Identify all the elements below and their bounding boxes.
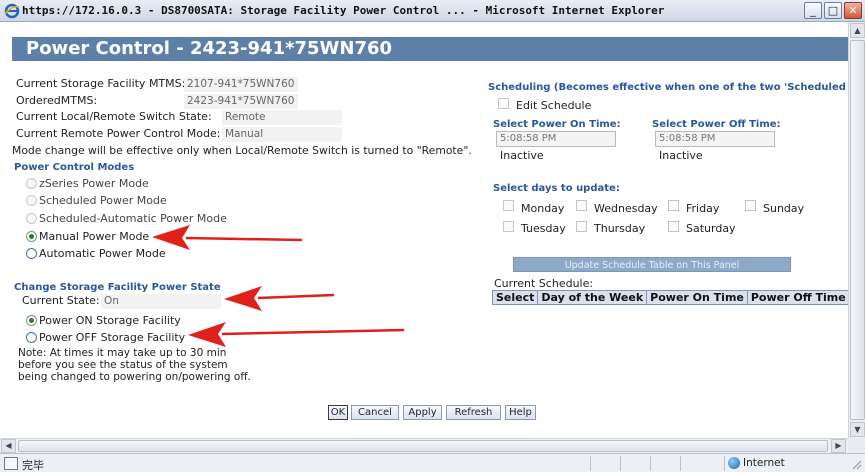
- col-select-header: Select: [491, 290, 539, 305]
- checkbox-sunday[interactable]: [745, 200, 756, 211]
- scroll-left-icon[interactable]: ◀: [1, 439, 16, 453]
- edit-schedule-checkbox[interactable]: [498, 98, 509, 109]
- power-note-line-2: before you see the status of the system: [18, 359, 228, 371]
- radio-power-off[interactable]: [26, 332, 37, 343]
- vertical-scroll-thumb[interactable]: [850, 40, 865, 420]
- radio-manual-mode[interactable]: [26, 231, 37, 242]
- refresh-button[interactable]: Refresh: [446, 405, 501, 420]
- power-on-status: Inactive: [500, 149, 544, 162]
- mtms-value: 2107-941*75WN760: [184, 77, 298, 92]
- window-title: https://172.16.0.3 - DS8700SATA: Storage…: [22, 4, 665, 17]
- checkbox-monday[interactable]: [503, 200, 514, 211]
- day-friday-label: Friday: [686, 202, 720, 215]
- update-schedule-button[interactable]: Update Schedule Table on This Panel: [513, 257, 791, 272]
- current-state-value: On: [101, 294, 221, 309]
- power-on-time-input[interactable]: 5:08:58 PM: [496, 131, 616, 147]
- status-divider: [650, 456, 651, 471]
- mtms-label: Current Storage Facility MTMS:: [16, 77, 186, 90]
- page-title: Power Control - 2423-941*75WN760: [26, 38, 393, 59]
- status-bar: 完毕 Internet: [0, 453, 865, 472]
- schedule-table: Select Day of the Week Power On Time Pow…: [491, 290, 848, 305]
- ordered-mtms-label: OrderedMTMS:: [16, 94, 98, 107]
- day-tuesday-label: Tuesday: [521, 222, 566, 235]
- cancel-button[interactable]: Cancel: [351, 405, 399, 420]
- window-titlebar: https://172.16.0.3 - DS8700SATA: Storage…: [0, 0, 865, 22]
- radio-automatic-mode[interactable]: [26, 248, 37, 259]
- power-on-label: Power ON Storage Facility: [39, 314, 181, 327]
- power-on-time-label: Select Power On Time:: [493, 119, 621, 130]
- page-content: Power Control - 2423-941*75WN760 Current…: [0, 22, 848, 438]
- power-off-label: Power OFF Storage Facility: [39, 331, 186, 344]
- radio-power-on[interactable]: [26, 315, 37, 326]
- scheduled-mode-label: Scheduled Power Mode: [39, 194, 167, 207]
- day-wednesday-label: Wednesday: [594, 202, 658, 215]
- globe-icon: [728, 457, 740, 469]
- col-off-time-header: Power Off Time: [746, 290, 848, 305]
- apply-button[interactable]: Apply: [403, 405, 442, 420]
- checkbox-friday[interactable]: [668, 200, 679, 211]
- checkbox-wednesday[interactable]: [576, 200, 587, 211]
- current-schedule-label: Current Schedule:: [494, 277, 594, 290]
- current-state-label: Current State:: [22, 294, 100, 307]
- ok-button[interactable]: OK: [328, 405, 348, 420]
- resize-grip-icon[interactable]: [850, 458, 862, 470]
- maximize-button[interactable]: □: [824, 2, 842, 19]
- scroll-up-icon[interactable]: ▲: [850, 23, 865, 38]
- days-heading: Select days to update:: [493, 183, 620, 194]
- power-off-time-input[interactable]: 5:08:58 PM: [655, 131, 775, 147]
- power-mode-label: Current Remote Power Control Mode:: [16, 127, 221, 140]
- status-divider: [680, 456, 681, 471]
- scheduled-automatic-mode-label: Scheduled-Automatic Power Mode: [39, 212, 227, 225]
- checkbox-saturday[interactable]: [668, 221, 679, 232]
- page-status-icon: [4, 457, 18, 470]
- power-note-line-3: being changed to powering on/powering of…: [18, 371, 251, 383]
- status-divider: [724, 456, 725, 471]
- page-header: Power Control - 2423-941*75WN760: [12, 37, 848, 61]
- power-note-line-1: Note: At times it may take up to 30 min: [18, 347, 227, 359]
- ie-logo-icon: [4, 3, 20, 19]
- power-off-status: Inactive: [659, 149, 703, 162]
- edit-schedule-label: Edit Schedule: [516, 99, 592, 112]
- day-sunday-label: Sunday: [763, 202, 805, 215]
- col-day-header: Day of the Week: [537, 290, 648, 305]
- minimize-button[interactable]: _: [804, 2, 822, 19]
- scrollbar-corner: [848, 438, 865, 453]
- radio-scheduled-automatic-mode[interactable]: [26, 213, 37, 224]
- checkbox-thursday[interactable]: [576, 221, 587, 232]
- security-zone: Internet: [743, 457, 785, 469]
- checkbox-tuesday[interactable]: [503, 221, 514, 232]
- ordered-mtms-value: 2423-941*75WN760: [184, 94, 298, 109]
- power-mode-value: Manual: [222, 127, 342, 142]
- radio-zseries-mode[interactable]: [26, 178, 37, 189]
- status-text: 完毕: [22, 459, 44, 472]
- day-thursday-label: Thursday: [594, 222, 646, 235]
- power-off-time-label: Select Power Off Time:: [652, 119, 781, 130]
- scheduling-heading: Scheduling (Becomes effective when one o…: [488, 82, 846, 93]
- horizontal-scrollbar[interactable]: ◀ ▶: [0, 438, 848, 453]
- col-on-time-header: Power On Time: [646, 290, 748, 305]
- mode-change-note: Mode change will be effective only when …: [12, 144, 472, 157]
- status-divider: [620, 456, 621, 471]
- switch-state-label: Current Local/Remote Switch State:: [16, 110, 212, 123]
- status-divider: [590, 456, 591, 471]
- day-saturday-label: Saturday: [686, 222, 736, 235]
- vertical-scrollbar[interactable]: ▲ ▼: [848, 22, 865, 438]
- zseries-mode-label: zSeries Power Mode: [39, 177, 149, 190]
- manual-mode-label: Manual Power Mode: [39, 230, 150, 243]
- horizontal-scroll-thumb[interactable]: [18, 440, 828, 452]
- switch-state-value: Remote: [222, 110, 342, 125]
- power-state-heading: Change Storage Facility Power State: [14, 282, 221, 293]
- scroll-right-icon[interactable]: ▶: [831, 439, 846, 453]
- automatic-mode-label: Automatic Power Mode: [39, 247, 166, 260]
- help-button[interactable]: Help: [505, 405, 536, 420]
- radio-scheduled-mode[interactable]: [26, 195, 37, 206]
- day-monday-label: Monday: [521, 202, 565, 215]
- scroll-down-icon[interactable]: ▼: [850, 422, 865, 437]
- close-button[interactable]: ✕: [844, 2, 862, 19]
- power-modes-heading: Power Control Modes: [14, 162, 135, 173]
